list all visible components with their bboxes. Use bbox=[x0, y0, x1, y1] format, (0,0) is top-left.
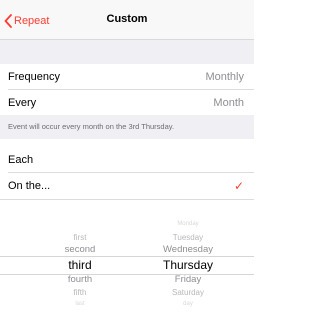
picker-weekday-option[interactable]: Thursday bbox=[138, 258, 238, 272]
picker-weekday-option[interactable]: Tuesday bbox=[138, 233, 238, 242]
page-title: Custom bbox=[106, 13, 148, 25]
every-value: Month bbox=[213, 97, 244, 109]
checkmark-icon: ✓ bbox=[233, 179, 244, 193]
picker-ordinal-option[interactable]: fifth bbox=[40, 288, 120, 297]
picker-weekday-option[interactable]: Saturday bbox=[138, 288, 238, 297]
picker-weekday-option[interactable]: Wednesday bbox=[138, 244, 238, 255]
on-the-row[interactable]: On the... ✓ bbox=[0, 173, 254, 199]
weekday-wheel[interactable]: Monday Tuesday Wednesday Thursday Friday Satu… bbox=[138, 200, 238, 316]
on-the-label: On the... bbox=[8, 180, 51, 192]
picker-ordinal-option[interactable]: last bbox=[40, 301, 120, 307]
navigation-bar: Repeat Custom bbox=[0, 0, 254, 40]
picker-weekday-option[interactable]: day bbox=[138, 301, 238, 307]
frequency-label: Frequency bbox=[8, 71, 60, 83]
picker-weekday-option[interactable]: Friday bbox=[138, 274, 238, 285]
ordinal-day-picker[interactable]: first second third fourth fifth last Monday Tu… bbox=[0, 200, 254, 316]
every-row[interactable]: Every Month bbox=[0, 90, 254, 116]
picker-ordinal-option[interactable]: second bbox=[40, 244, 120, 255]
recurrence-summary: Event will occur every month on the 3rd … bbox=[0, 115, 254, 139]
ordinal-wheel[interactable]: first second third fourth fifth last bbox=[40, 200, 120, 316]
each-row[interactable]: Each bbox=[0, 147, 254, 173]
picker-ordinal-option[interactable]: first bbox=[40, 233, 120, 242]
frequency-row[interactable]: Frequency Monthly bbox=[0, 64, 254, 90]
picker-ordinal-option[interactable]: fourth bbox=[40, 274, 120, 285]
every-label: Every bbox=[8, 97, 37, 109]
picker-ordinal-option[interactable]: third bbox=[40, 258, 120, 272]
section-spacer bbox=[0, 40, 254, 64]
each-label: Each bbox=[8, 154, 34, 166]
picker-weekday-option[interactable]: Monday bbox=[138, 221, 238, 227]
frequency-value: Monthly bbox=[205, 71, 244, 83]
